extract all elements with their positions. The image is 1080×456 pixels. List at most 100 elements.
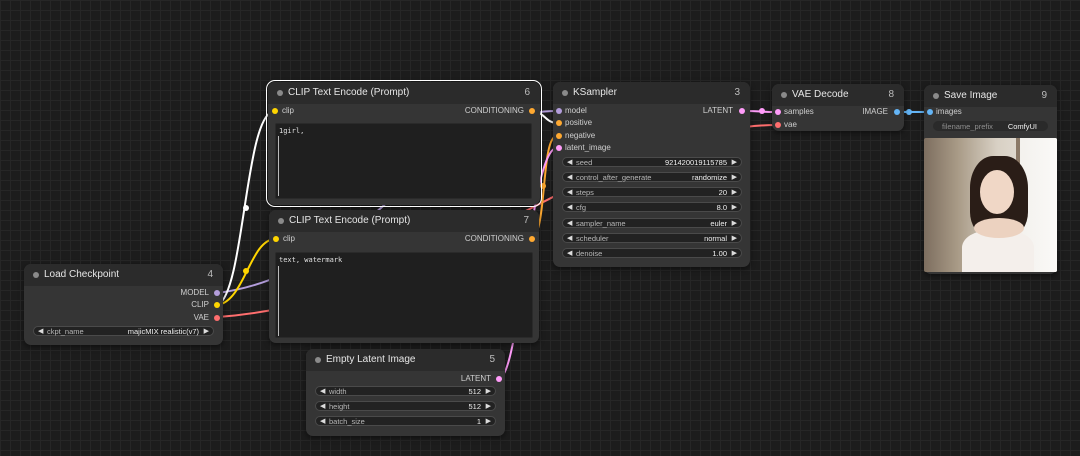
widget-label: seed [576, 158, 593, 167]
collapse-toggle[interactable] [33, 272, 39, 278]
input-slot-negative[interactable] [556, 133, 562, 139]
output-slot-image[interactable] [894, 109, 900, 115]
node-id: 3 [734, 87, 740, 98]
decrement-arrow-icon[interactable]: ◀ [567, 219, 572, 227]
decrement-arrow-icon[interactable]: ◀ [567, 188, 572, 196]
increment-arrow-icon[interactable]: ▶ [732, 158, 737, 166]
control-after-generate-widget[interactable]: ◀ control_after_generate randomize ▶ [562, 172, 742, 182]
increment-arrow-icon[interactable]: ▶ [732, 173, 737, 181]
node-id: 7 [523, 215, 529, 226]
cfg-widget[interactable]: ◀ cfg 8.0 ▶ [562, 202, 742, 212]
node-title: Empty Latent Image [326, 354, 416, 365]
widget-label: cfg [576, 203, 587, 212]
node-id: 4 [207, 269, 213, 280]
collapse-toggle[interactable] [781, 92, 787, 98]
widget-value: randomize [691, 173, 727, 182]
increment-arrow-icon[interactable]: ▶ [732, 249, 737, 257]
prompt-textarea[interactable]: 1girl, [275, 123, 532, 199]
widget-label: filename_prefix [942, 122, 993, 131]
collapse-toggle[interactable] [933, 93, 939, 99]
prompt-textarea[interactable]: text, watermark [275, 252, 533, 338]
input-slot-positive[interactable] [556, 120, 562, 126]
widget-label: denoise [576, 249, 603, 258]
increment-arrow-icon[interactable]: ▶ [486, 402, 491, 410]
decrement-arrow-icon[interactable]: ◀ [38, 327, 43, 335]
scheduler-widget[interactable]: ◀ scheduler normal ▶ [562, 233, 742, 243]
output-slot-model[interactable] [214, 290, 220, 296]
collapse-toggle[interactable] [315, 357, 321, 363]
increment-arrow-icon[interactable]: ▶ [204, 327, 209, 335]
widget-value: 8.0 [716, 203, 727, 212]
decrement-arrow-icon[interactable]: ◀ [567, 234, 572, 242]
node-title: Save Image [944, 90, 998, 101]
node-load-checkpoint[interactable]: Load Checkpoint 4 MODEL CLIP VAE ◀ ckpt_… [24, 264, 223, 345]
decrement-arrow-icon[interactable]: ◀ [567, 173, 572, 181]
output-label-conditioning: CONDITIONING [464, 234, 524, 243]
output-image-preview[interactable] [924, 138, 1057, 272]
increment-arrow-icon[interactable]: ▶ [732, 203, 737, 211]
input-slot-images[interactable] [927, 109, 933, 115]
input-label-clip: clip [282, 106, 295, 115]
decrement-arrow-icon[interactable]: ◀ [567, 158, 572, 166]
increment-arrow-icon[interactable]: ▶ [732, 219, 737, 227]
input-slot-model[interactable] [556, 108, 562, 114]
output-label-model: MODEL [180, 288, 209, 297]
input-slot-latent-image[interactable] [556, 145, 562, 151]
node-id: 5 [489, 354, 495, 365]
node-empty-latent-image[interactable]: Empty Latent Image 5 LATENT ◀ width 512 … [306, 349, 505, 436]
text-caret [278, 136, 279, 196]
input-label-clip: clip [283, 234, 296, 243]
node-vae-decode[interactable]: VAE Decode 8 samples vae IMAGE [772, 84, 904, 131]
increment-arrow-icon[interactable]: ▶ [732, 188, 737, 196]
decrement-arrow-icon[interactable]: ◀ [567, 249, 572, 257]
widget-value: 921420019115785 [664, 158, 727, 167]
widget-value: euler [710, 219, 727, 228]
node-clip-text-encode-negative[interactable]: CLIP Text Encode (Prompt) 7 clip CONDITI… [269, 210, 539, 343]
input-slot-vae[interactable] [775, 122, 781, 128]
sampler-name-widget[interactable]: ◀ sampler_name euler ▶ [562, 218, 742, 228]
increment-arrow-icon[interactable]: ▶ [486, 387, 491, 395]
output-slot-latent[interactable] [496, 376, 502, 382]
connection-wires [217, 108, 930, 379]
output-slot-clip[interactable] [214, 302, 220, 308]
width-number-widget[interactable]: ◀ width 512 ▶ [315, 386, 496, 396]
height-number-widget[interactable]: ◀ height 512 ▶ [315, 401, 496, 411]
decrement-arrow-icon[interactable]: ◀ [320, 417, 325, 425]
output-label-conditioning: CONDITIONING [464, 106, 524, 115]
output-slot-vae[interactable] [214, 315, 220, 321]
node-clip-text-encode-positive[interactable]: CLIP Text Encode (Prompt) 6 clip CONDITI… [266, 80, 542, 207]
batch-size-number-widget[interactable]: ◀ batch_size 1 ▶ [315, 416, 496, 426]
steps-widget[interactable]: ◀ steps 20 ▶ [562, 187, 742, 197]
collapse-toggle[interactable] [277, 90, 283, 96]
output-slot-conditioning[interactable] [529, 108, 535, 114]
filename-prefix-field[interactable]: filename_prefix ComfyUI [933, 121, 1048, 131]
decrement-arrow-icon[interactable]: ◀ [320, 387, 325, 395]
output-slot-latent[interactable] [739, 108, 745, 114]
increment-arrow-icon[interactable]: ▶ [732, 234, 737, 242]
node-save-image[interactable]: Save Image 9 images filename_prefix Comf… [924, 85, 1057, 274]
output-label-image: IMAGE [862, 107, 888, 116]
node-title: VAE Decode [792, 89, 849, 100]
denoise-widget[interactable]: ◀ denoise 1.00 ▶ [562, 248, 742, 258]
decrement-arrow-icon[interactable]: ◀ [567, 203, 572, 211]
seed-widget[interactable]: ◀ seed 921420019115785 ▶ [562, 157, 742, 167]
input-label-latent-image: latent_image [565, 143, 611, 152]
figure-shoulder-shape [974, 218, 1024, 238]
widget-value: 1 [476, 417, 481, 426]
collapse-toggle[interactable] [562, 90, 568, 96]
widget-value: 512 [468, 402, 481, 411]
input-label-images: images [936, 107, 962, 116]
node-title: CLIP Text Encode (Prompt) [289, 215, 411, 226]
node-ksampler[interactable]: KSampler 3 model positive negative laten… [553, 82, 750, 267]
widget-label: height [329, 402, 350, 411]
collapse-toggle[interactable] [278, 218, 284, 224]
increment-arrow-icon[interactable]: ▶ [486, 417, 491, 425]
decrement-arrow-icon[interactable]: ◀ [320, 402, 325, 410]
output-slot-conditioning[interactable] [529, 236, 535, 242]
input-slot-clip[interactable] [273, 236, 279, 242]
text-caret [278, 266, 279, 336]
ckpt-name-combo[interactable]: ◀ ckpt_name majicMIX realistic(v7) ▶ [33, 326, 214, 336]
input-slot-samples[interactable] [775, 109, 781, 115]
input-slot-clip[interactable] [272, 108, 278, 114]
widget-value: 1.00 [712, 249, 727, 258]
